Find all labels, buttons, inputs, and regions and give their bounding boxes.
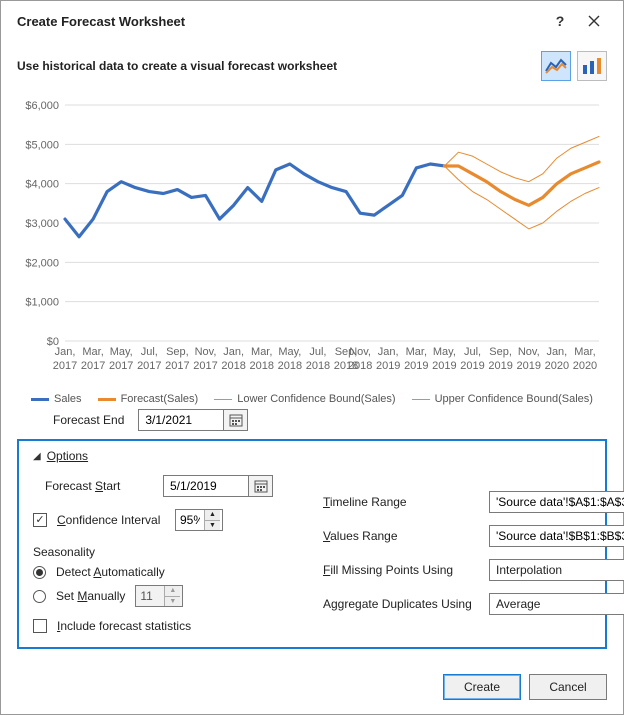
svg-text:2017: 2017 (81, 360, 105, 372)
values-range-label: Values Range (323, 529, 479, 543)
line-chart-icon (545, 57, 567, 75)
svg-text:2017: 2017 (193, 360, 217, 372)
include-stats-label: Include forecast statistics (57, 619, 191, 633)
svg-text:Jan,: Jan, (223, 346, 244, 358)
svg-text:$4,000: $4,000 (25, 179, 59, 191)
svg-text:Jul,: Jul, (141, 346, 158, 358)
svg-text:$2,000: $2,000 (25, 257, 59, 269)
fill-missing-label: Fill Missing Points Using (323, 563, 479, 577)
timeline-range-label: Timeline Range (323, 495, 479, 509)
chart-type-column-button[interactable] (577, 51, 607, 81)
options-toggle[interactable]: ◢ Options (33, 449, 591, 463)
svg-text:2020: 2020 (545, 360, 569, 372)
include-stats-checkbox[interactable] (33, 619, 47, 633)
svg-text:2020: 2020 (573, 360, 597, 372)
forecast-start-label: Forecast Start (45, 479, 153, 493)
svg-text:Sep,: Sep, (166, 346, 189, 358)
forecast-start-datepicker-button[interactable] (248, 476, 272, 496)
seasonality-spinner-up: ▲ (165, 586, 180, 597)
svg-text:2019: 2019 (488, 360, 512, 372)
aggregate-dropdown[interactable]: Average ▾ (489, 593, 624, 615)
seasonality-auto-label: Detect Automatically (56, 565, 165, 579)
seasonality-spinner-down: ▼ (165, 597, 180, 607)
svg-text:2017: 2017 (53, 360, 77, 372)
svg-text:$1,000: $1,000 (25, 297, 59, 309)
close-button[interactable] (577, 9, 611, 33)
collapse-triangle-icon: ◢ (33, 451, 41, 462)
confidence-interval-checkbox[interactable] (33, 513, 47, 527)
svg-text:Jan,: Jan, (378, 346, 399, 358)
svg-text:May,: May, (110, 346, 133, 358)
svg-text:2018: 2018 (249, 360, 273, 372)
confidence-spinner-down[interactable]: ▼ (205, 521, 220, 531)
confidence-interval-input[interactable] (176, 510, 204, 530)
dialog-subtitle: Use historical data to create a visual f… (17, 59, 337, 73)
svg-text:2018: 2018 (348, 360, 372, 372)
svg-text:Jul,: Jul, (309, 346, 326, 358)
seasonality-manual-label: Set Manually (56, 589, 125, 603)
confidence-spinner-up[interactable]: ▲ (205, 510, 220, 521)
svg-text:2018: 2018 (278, 360, 302, 372)
svg-text:2018: 2018 (221, 360, 245, 372)
svg-text:Nov,: Nov, (195, 346, 217, 358)
seasonality-auto-radio[interactable] (33, 566, 46, 579)
timeline-range-input[interactable] (490, 492, 624, 512)
seasonality-manual-radio[interactable] (33, 590, 46, 603)
forecast-end-input[interactable] (139, 410, 223, 430)
svg-text:May,: May, (278, 346, 301, 358)
dialog-title: Create Forecast Worksheet (17, 14, 185, 29)
svg-text:Mar,: Mar, (406, 346, 427, 358)
svg-text:Sep,: Sep, (489, 346, 512, 358)
options-panel: ◢ Options Forecast Start (17, 439, 607, 649)
calendar-icon (254, 479, 268, 493)
svg-text:2017: 2017 (165, 360, 189, 372)
svg-text:Nov,: Nov, (349, 346, 371, 358)
svg-text:$5,000: $5,000 (25, 139, 59, 151)
legend-item: Forecast(Sales) (98, 393, 199, 405)
svg-text:2017: 2017 (109, 360, 133, 372)
forecast-chart: $0$1,000$2,000$3,000$4,000$5,000$6,000Ja… (17, 97, 607, 387)
seasonality-manual-input (136, 586, 164, 606)
svg-text:Mar,: Mar, (82, 346, 103, 358)
legend-item: Sales (31, 393, 82, 405)
fill-missing-value: Interpolation (490, 563, 624, 577)
legend-item: Lower Confidence Bound(Sales) (214, 393, 395, 405)
forecast-end-datepicker-button[interactable] (223, 410, 247, 430)
cancel-button[interactable]: Cancel (529, 674, 607, 700)
aggregate-value: Average (490, 597, 624, 611)
calendar-icon (229, 413, 243, 427)
forecast-start-input[interactable] (164, 476, 248, 496)
svg-text:Mar,: Mar, (574, 346, 595, 358)
confidence-interval-label: Confidence Interval (57, 513, 165, 527)
svg-text:2019: 2019 (404, 360, 428, 372)
svg-text:$3,000: $3,000 (25, 218, 59, 230)
column-chart-icon (581, 57, 603, 75)
seasonality-label: Seasonality (33, 545, 293, 559)
svg-text:$6,000: $6,000 (25, 100, 59, 112)
forecast-end-label: Forecast End (53, 413, 124, 427)
fill-missing-dropdown[interactable]: Interpolation ▾ (489, 559, 624, 581)
values-range-input[interactable] (490, 526, 624, 546)
svg-text:2017: 2017 (137, 360, 161, 372)
svg-text:Nov,: Nov, (518, 346, 540, 358)
options-header-label: Options (47, 449, 88, 463)
help-button[interactable]: ? (543, 9, 577, 33)
svg-text:2019: 2019 (460, 360, 484, 372)
chart-type-line-button[interactable] (541, 51, 571, 81)
svg-text:Jul,: Jul, (464, 346, 481, 358)
svg-text:2018: 2018 (306, 360, 330, 372)
svg-text:Jan,: Jan, (546, 346, 567, 358)
legend-item: Upper Confidence Bound(Sales) (412, 393, 593, 405)
svg-text:2019: 2019 (432, 360, 456, 372)
create-button[interactable]: Create (443, 674, 521, 700)
svg-text:Mar,: Mar, (251, 346, 272, 358)
svg-text:2019: 2019 (376, 360, 400, 372)
svg-text:May,: May, (433, 346, 456, 358)
aggregate-label: Aggregate Duplicates Using (323, 597, 479, 611)
svg-text:2019: 2019 (516, 360, 540, 372)
svg-text:Jan,: Jan, (55, 346, 76, 358)
